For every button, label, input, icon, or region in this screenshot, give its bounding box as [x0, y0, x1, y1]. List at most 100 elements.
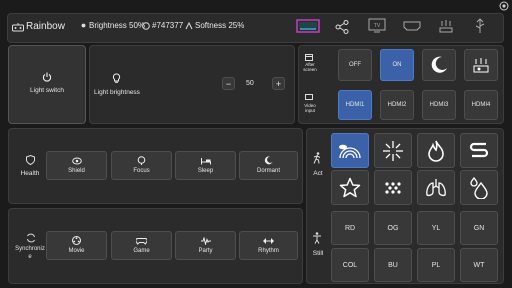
rainbow-icon [337, 141, 363, 161]
screen-mode-icon[interactable] [296, 19, 320, 35]
hdmi4-button[interactable]: HDMI4 [464, 90, 498, 120]
still-icon [312, 232, 322, 244]
color-text: #747377 [152, 21, 184, 30]
sync-rhythm-button[interactable]: Rhythm [239, 231, 298, 260]
sleep-label: Sleep [197, 167, 214, 174]
plus-icon: + [275, 78, 282, 89]
settings-icon[interactable] [499, 1, 509, 11]
app-logo-icon [12, 23, 24, 32]
wave-icon [200, 236, 211, 245]
night-mode-button[interactable] [422, 49, 456, 81]
hdmi-icon[interactable] [403, 21, 421, 31]
game-label: Game [133, 247, 150, 254]
sync-game-button[interactable]: Game [111, 231, 172, 260]
hdmi1-button[interactable]: HDMI1 [338, 90, 372, 120]
health-icon [26, 155, 35, 165]
hdmi3-label: HDMI3 [429, 102, 449, 108]
flame-icon [426, 140, 446, 162]
after-screen-off-button[interactable]: OFF [338, 49, 372, 81]
color-status: #747377 [142, 21, 183, 30]
bu-label: BU [388, 261, 398, 269]
brightness-text: Brightness 50% [89, 21, 146, 30]
brightness-decrease-button[interactable]: − [222, 77, 235, 90]
dormant-label: Dormant [256, 168, 280, 174]
lungs-icon [425, 178, 447, 198]
act-rainbow-button[interactable] [331, 133, 369, 168]
act-snake-button[interactable] [460, 133, 498, 168]
still-color-wt[interactable]: WT [460, 248, 498, 282]
tv-icon[interactable]: TV [368, 18, 386, 34]
yl-label: YL [431, 224, 441, 232]
still-color-gn[interactable]: GN [460, 211, 498, 245]
light-switch-panel[interactable] [8, 45, 86, 124]
light-brightness-panel [89, 45, 295, 124]
pl-label: PL [431, 261, 441, 269]
health-focus-button[interactable]: Focus [111, 151, 172, 180]
power-icon [42, 72, 52, 82]
still-label: Still [312, 250, 324, 257]
still-color-yl[interactable]: YL [417, 211, 455, 245]
off-label: OFF [349, 62, 361, 68]
health-label: Health [20, 170, 40, 177]
hdmi2-button[interactable]: HDMI2 [380, 90, 414, 120]
eye-icon [71, 157, 82, 165]
bulb-icon [112, 73, 121, 83]
sun-icon [80, 22, 87, 29]
share-icon[interactable] [335, 20, 349, 34]
act-dots-button[interactable] [374, 170, 412, 205]
movie-label: Movie [68, 248, 85, 254]
hdmi3-button[interactable]: HDMI3 [422, 90, 456, 120]
health-sleep-button[interactable]: Sleep [175, 151, 236, 180]
brightness-status: Brightness 50% [80, 21, 145, 30]
act-fire-button[interactable] [417, 133, 455, 168]
ambient-light-icon[interactable] [438, 18, 454, 34]
video-input-label: Video input [304, 103, 316, 113]
sync-icon [26, 233, 36, 243]
still-color-col[interactable]: COL [331, 248, 369, 282]
rhythm-label: Rhythm [258, 247, 279, 254]
still-color-pl[interactable]: PL [417, 248, 455, 282]
usb-icon[interactable] [473, 18, 487, 34]
act-label: Act [313, 170, 323, 177]
ambient-scene-icon [471, 55, 491, 75]
wt-label: WT [473, 261, 485, 269]
hdmi4-label: HDMI4 [471, 102, 491, 108]
softness-text: Softness 25% [195, 21, 245, 30]
still-color-rd[interactable]: RD [331, 211, 369, 245]
hdmi2-label: HDMI2 [387, 102, 407, 108]
video-input-icon [305, 94, 313, 101]
still-color-bu[interactable]: BU [374, 248, 412, 282]
act-breath-button[interactable] [417, 170, 455, 205]
ambient-scene-button[interactable] [464, 49, 498, 81]
hdmi1-label: HDMI1 [345, 102, 365, 108]
gn-label: GN [473, 224, 485, 232]
shield-label: Shield [68, 167, 85, 174]
softness-icon [185, 21, 193, 30]
firework-icon [382, 140, 404, 162]
after-screen-on-button[interactable]: ON [380, 49, 414, 81]
after-screen-label: After screen [303, 62, 317, 72]
still-color-og[interactable]: OG [374, 211, 412, 245]
brightness-increase-button[interactable]: + [272, 77, 285, 90]
snake-icon [469, 141, 489, 161]
rd-label: RD [344, 224, 356, 232]
act-star-button[interactable] [331, 170, 369, 205]
sync-movie-button[interactable]: Movie [46, 231, 107, 260]
light-brightness-label: Light brightness [94, 89, 140, 96]
light-switch-label: Light switch [30, 87, 64, 94]
svg-text:TV: TV [374, 23, 381, 29]
minus-icon: − [225, 78, 232, 89]
film-reel-icon [72, 236, 81, 245]
col-label: COL [342, 261, 358, 269]
palette-icon [142, 21, 150, 30]
focus-icon [137, 156, 146, 165]
softness-status: Softness 25% [185, 21, 244, 30]
health-dormant-button[interactable]: Dormant [239, 151, 298, 180]
bed-icon [200, 157, 211, 165]
act-firework-button[interactable] [374, 133, 412, 168]
star-icon [339, 177, 361, 199]
act-drops-button[interactable] [460, 170, 498, 205]
app-title: Rainbow [26, 21, 65, 32]
health-shield-button[interactable]: Shield [46, 151, 107, 180]
sync-party-button[interactable]: Party [175, 231, 236, 260]
